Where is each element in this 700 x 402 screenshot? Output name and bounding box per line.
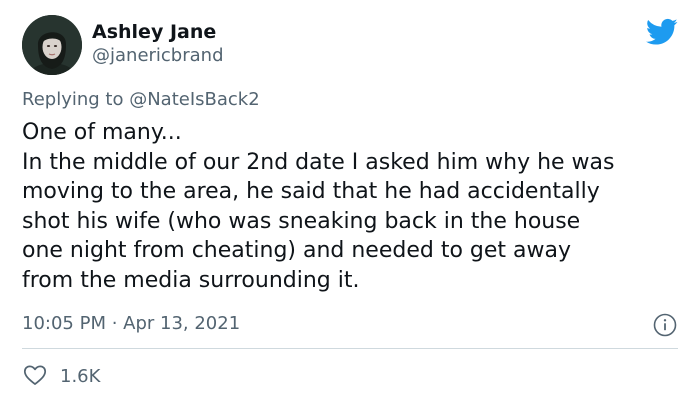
tweet-text-line: One of many... bbox=[22, 120, 182, 145]
tweet-text: One of many... In the middle of our 2nd … bbox=[22, 118, 690, 295]
author-name[interactable]: Ashley Jane bbox=[92, 20, 216, 44]
author-handle[interactable]: @janericbrand bbox=[92, 45, 224, 67]
reply-mention-link[interactable]: @NateIsBack2 bbox=[129, 89, 259, 110]
like-count: 1.6K bbox=[60, 366, 101, 387]
tweet-text-line: moving to the area, he said that he had … bbox=[22, 179, 600, 204]
reply-prefix: Replying to bbox=[22, 89, 130, 110]
tweet-timestamp[interactable]: 10:05 PM · Apr 13, 2021 bbox=[22, 312, 240, 336]
divider bbox=[22, 348, 678, 349]
reply-context: Replying to @NateIsBack2 bbox=[22, 88, 260, 112]
tweet-text-line: shot his wife (who was sneaking back in … bbox=[22, 208, 581, 234]
tweet-text-line: from the media surrounding it. bbox=[22, 267, 360, 293]
info-icon[interactable] bbox=[652, 312, 678, 338]
tweet-card: Ashley Jane @janericbrand Replying to @N… bbox=[0, 0, 700, 402]
avatar-portrait bbox=[22, 15, 82, 75]
heart-icon bbox=[22, 362, 48, 392]
tweet-text-line: In the middle of our 2nd date I asked hi… bbox=[22, 149, 615, 175]
tweet-text-line: one night from cheating) and needed to g… bbox=[22, 238, 572, 263]
twitter-bird-icon[interactable] bbox=[646, 18, 678, 46]
avatar[interactable] bbox=[22, 15, 82, 75]
like-button[interactable]: 1.6K bbox=[22, 364, 100, 390]
